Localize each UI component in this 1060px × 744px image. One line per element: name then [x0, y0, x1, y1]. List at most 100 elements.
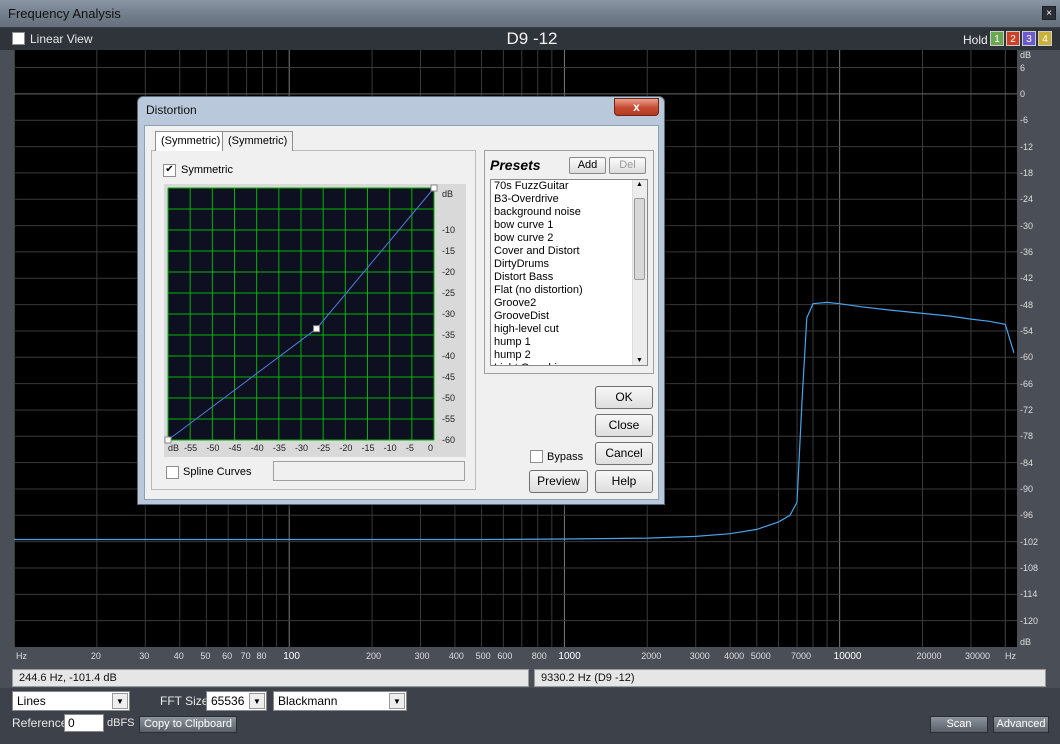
- preset-list-item[interactable]: Distort Bass: [491, 271, 647, 284]
- freq-tick-label: 7000: [791, 651, 812, 661]
- curve-handle: [430, 184, 438, 192]
- db-tick-label: -108: [1020, 562, 1039, 573]
- freq-tick-label: 500: [475, 651, 491, 661]
- ok-button[interactable]: OK: [595, 386, 653, 409]
- graph-x-label: -25: [317, 443, 330, 453]
- display-mode-value: Lines: [17, 694, 46, 708]
- close-button[interactable]: Close: [595, 414, 653, 437]
- preset-list-item[interactable]: high-level cut: [491, 323, 647, 336]
- db-tick-label: -102: [1020, 536, 1039, 547]
- freq-tick-label: 800: [531, 651, 547, 661]
- graph-y-label: -25: [442, 288, 455, 298]
- graph-y-label: -35: [442, 330, 455, 340]
- freq-tick-label: 20: [90, 651, 101, 661]
- freq-tick-label: 2000: [641, 651, 662, 661]
- chevron-down-icon: ▼: [389, 693, 405, 709]
- preset-list-item[interactable]: Groove2: [491, 297, 647, 310]
- spline-curves-checkbox[interactable]: [166, 466, 179, 479]
- graph-x-label: -40: [251, 443, 264, 453]
- symmetric-label: Symmetric: [181, 164, 233, 176]
- preset-list-item[interactable]: bow curve 2: [491, 232, 647, 245]
- preset-list-item[interactable]: GrooveDist: [491, 310, 647, 323]
- dialog-close-button[interactable]: x: [614, 98, 659, 116]
- preset-list[interactable]: 70s FuzzGuitar B3-Overdrive background noi…: [490, 179, 648, 366]
- preset-list-item[interactable]: hump 1: [491, 336, 647, 349]
- preset-list-item[interactable]: bow curve 1: [491, 219, 647, 232]
- db-tick-label: -18: [1020, 167, 1034, 178]
- add-preset-button[interactable]: Add: [569, 157, 606, 174]
- preset-list-item[interactable]: 70s FuzzGuitar: [491, 180, 647, 193]
- graph-y-label: -15: [442, 246, 455, 256]
- scan-button[interactable]: Scan: [930, 716, 988, 733]
- window-function-value: Blackmann: [278, 694, 338, 708]
- graph-x-label: -55: [184, 443, 197, 453]
- scroll-thumb[interactable]: [634, 198, 645, 280]
- fft-size-select[interactable]: 65536 ▼: [206, 691, 267, 711]
- preset-list-item[interactable]: Flat (no distortion): [491, 284, 647, 297]
- graph-y-label: -45: [442, 372, 455, 382]
- help-button[interactable]: Help: [595, 470, 653, 493]
- delete-preset-button[interactable]: Del: [609, 157, 646, 174]
- tab-symmetric-2[interactable]: (Symmetric): [222, 131, 294, 151]
- freq-tick-label: 70: [240, 651, 251, 661]
- freq-tick-label: 200: [366, 651, 382, 661]
- window-title: Frequency Analysis: [8, 6, 121, 21]
- db-tick-label: -60: [1020, 352, 1034, 363]
- cancel-button[interactable]: Cancel: [595, 442, 653, 465]
- symmetric-checkbox[interactable]: ✔: [163, 164, 176, 177]
- window-close-button[interactable]: ×: [1042, 6, 1056, 20]
- reference-input[interactable]: 0: [64, 714, 104, 732]
- graph-y-label: -50: [442, 393, 455, 403]
- scroll-down-icon[interactable]: ▼: [636, 357, 643, 364]
- preview-button[interactable]: Preview: [529, 470, 588, 493]
- hold-label: Hold: [963, 33, 988, 47]
- freq-tick-label: 30: [139, 651, 150, 661]
- freq-tick-label: 400: [448, 651, 464, 661]
- hold-button-1[interactable]: 1: [990, 31, 1004, 46]
- db-tick-label: -90: [1020, 483, 1034, 494]
- freq-tick-label: 80: [256, 651, 267, 661]
- graph-y-label: -60: [442, 435, 455, 445]
- advanced-button[interactable]: Advanced: [993, 716, 1049, 733]
- copy-to-clipboard-button[interactable]: Copy to Clipboard: [139, 716, 237, 733]
- graph-y-label: -30: [442, 309, 455, 319]
- preset-list-item[interactable]: B3-Overdrive: [491, 193, 647, 206]
- distortion-curve-graph[interactable]: dB-10-15-20-25-30-35-40-45-50-55-60dB -55…: [164, 184, 466, 457]
- window-function-select[interactable]: Blackmann ▼: [273, 691, 407, 711]
- preset-list-item[interactable]: Light Overdrive: [491, 362, 647, 365]
- dbfs-label: dBFS: [107, 717, 135, 729]
- window-title-bar: Frequency Analysis ×: [0, 0, 1060, 28]
- db-tick-label: dB: [1020, 637, 1032, 647]
- hold-button-3[interactable]: 3: [1022, 31, 1036, 46]
- preset-scrollbar[interactable]: ▲ ▼: [632, 180, 647, 365]
- scroll-up-icon[interactable]: ▲: [636, 181, 643, 188]
- db-tick-label: -24: [1020, 194, 1034, 205]
- fft-size-label: FFT Size: [160, 694, 209, 708]
- graph-y-label: -55: [442, 414, 455, 424]
- freq-tick-label: 600: [497, 651, 513, 661]
- freq-tick-label: 3000: [689, 651, 710, 661]
- graph-y-label: -20: [442, 267, 455, 277]
- graph-x-label: -50: [206, 443, 219, 453]
- bypass-checkbox[interactable]: [530, 450, 543, 463]
- chevron-down-icon: ▼: [249, 693, 265, 709]
- plot-title: D9 -12: [506, 29, 558, 48]
- display-mode-select[interactable]: Lines ▼: [12, 691, 130, 711]
- hold-button-4[interactable]: 4: [1038, 31, 1052, 46]
- graph-y-label: dB: [442, 189, 453, 199]
- freq-tick-label: 10000: [833, 651, 862, 662]
- preset-list-item[interactable]: background noise: [491, 206, 647, 219]
- graph-x-label: -20: [339, 443, 352, 453]
- freq-tick-label: 100: [283, 651, 300, 662]
- preset-list-item[interactable]: Cover and Distort: [491, 245, 647, 258]
- bypass-label: Bypass: [547, 451, 584, 463]
- preset-list-item[interactable]: DirtyDrums: [491, 258, 647, 271]
- hold-button-2[interactable]: 2: [1006, 31, 1020, 46]
- freq-tick-label: Hz: [16, 651, 27, 661]
- db-tick-label: -12: [1020, 141, 1034, 152]
- db-tick-label: dB: [1020, 50, 1032, 60]
- distortion-dialog: Distortion x (Symmetric) (Symmetric) ✔ S…: [137, 96, 665, 505]
- preset-list-item[interactable]: hump 2: [491, 349, 647, 362]
- db-tick-label: -30: [1020, 220, 1034, 231]
- tab-symmetric-1[interactable]: (Symmetric): [155, 131, 227, 151]
